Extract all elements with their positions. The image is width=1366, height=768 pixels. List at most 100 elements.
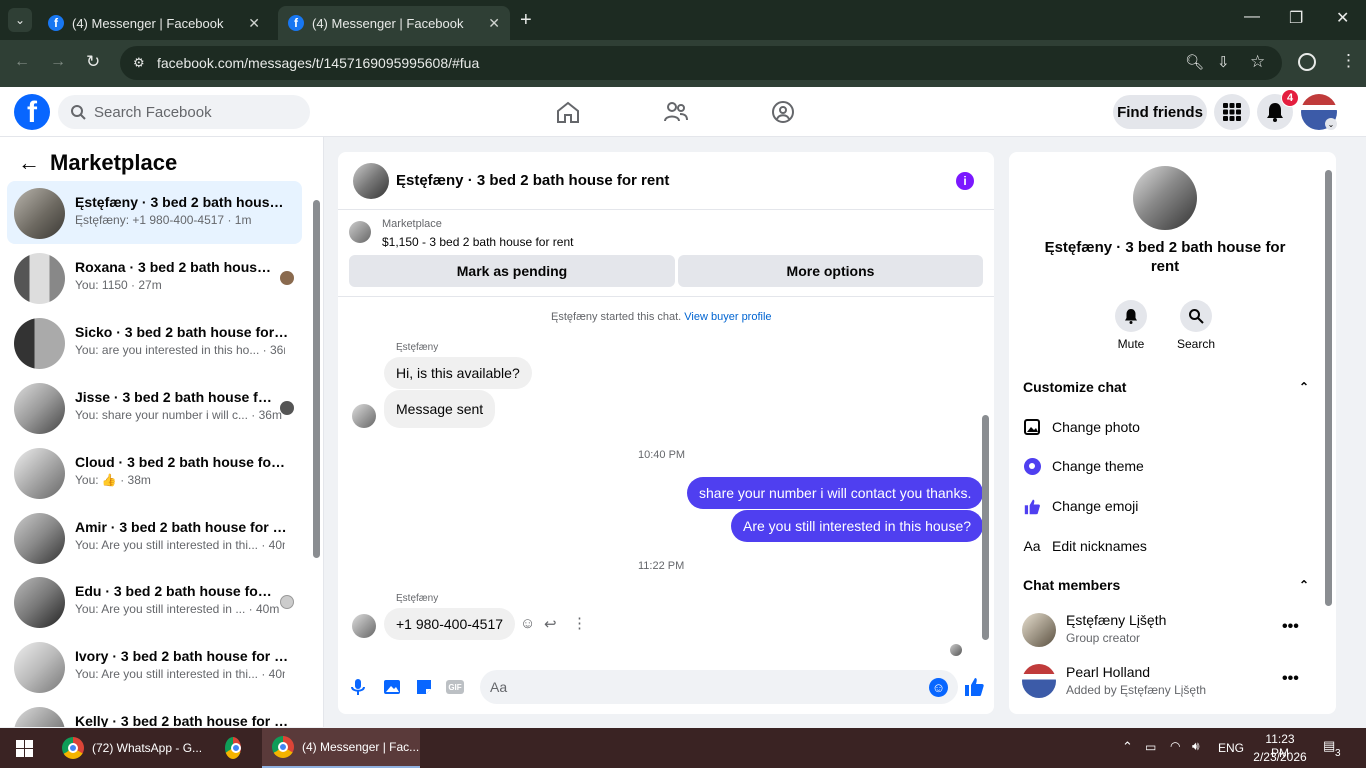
change-theme-item[interactable]: Change theme — [1023, 457, 1144, 475]
divider — [338, 296, 994, 297]
more-icon[interactable]: ⋮ — [572, 614, 587, 632]
new-tab-button[interactable]: + — [520, 9, 532, 32]
url-text[interactable]: facebook.com/messages/t/1457169095995608… — [157, 55, 479, 71]
back-arrow-icon[interactable]: ← — [18, 150, 40, 176]
forward-icon[interactable]: → — [50, 53, 66, 71]
member-role: Group creator — [1066, 631, 1141, 645]
edit-nicknames-item[interactable]: Aa Edit nicknames — [1023, 537, 1147, 555]
friends-icon[interactable] — [663, 100, 689, 124]
incoming-message[interactable]: Hi, is this available? — [384, 357, 532, 389]
chat-title[interactable]: Ęstęfæny · 3 bed 2 bath house for rent — [396, 172, 669, 189]
site-info-icon[interactable]: ⚙ — [133, 55, 145, 71]
search-in-chat-button[interactable] — [1180, 300, 1212, 332]
list-item[interactable]: Sicko · 3 bed 2 bath house for r... You:… — [7, 311, 302, 374]
list-item[interactable]: Amir · 3 bed 2 bath house for rent You: … — [7, 506, 302, 569]
profile-icon[interactable] — [1298, 53, 1316, 71]
close-tab-icon[interactable]: ✕ — [248, 15, 260, 32]
sticker-icon[interactable] — [415, 678, 433, 696]
profile-avatar[interactable] — [1133, 166, 1197, 230]
text-aa-icon: Aa — [1023, 538, 1041, 554]
groups-icon[interactable] — [770, 100, 796, 124]
bookmark-star-icon[interactable]: ☆ — [1250, 52, 1265, 72]
clock-date[interactable]: 2/23/2026 — [1253, 750, 1307, 764]
home-icon[interactable] — [555, 100, 581, 124]
taskbar-label: (4) Messenger | Fac... — [302, 740, 420, 754]
list-item[interactable]: Roxana · 3 bed 2 bath house f... You: 11… — [7, 246, 302, 309]
windows-start-icon[interactable] — [16, 740, 33, 757]
view-buyer-profile-link[interactable]: View buyer profile — [684, 311, 771, 323]
minimize-icon[interactable]: — — [1244, 8, 1260, 26]
more-options-icon[interactable]: ••• — [1282, 618, 1299, 636]
customize-chat-section[interactable]: Customize chat ⌃ — [1023, 379, 1309, 395]
emoji-icon[interactable]: ☺ — [929, 678, 948, 697]
list-item[interactable]: Ivory · 3 bed 2 bath house for re... You… — [7, 635, 302, 698]
photo-icon[interactable] — [383, 678, 401, 696]
member-name[interactable]: Pearl Holland — [1066, 664, 1150, 680]
info-icon[interactable]: i — [956, 172, 974, 190]
details-scrollbar[interactable] — [1325, 170, 1332, 606]
mark-as-pending-button[interactable]: Mark as pending — [349, 255, 675, 287]
mute-label: Mute — [1117, 337, 1145, 351]
sender-avatar[interactable] — [352, 614, 376, 638]
facebook-logo[interactable]: f — [14, 94, 50, 130]
language-indicator[interactable]: ENG — [1218, 741, 1244, 755]
mute-button[interactable] — [1115, 300, 1147, 332]
listing-title[interactable]: $1,150 - 3 bed 2 bath house for rent — [382, 235, 573, 249]
close-tab-icon[interactable]: ✕ — [488, 15, 500, 32]
change-emoji-item[interactable]: Change emoji — [1023, 497, 1138, 515]
react-icon[interactable]: ☺ — [520, 615, 535, 632]
chat-list-scrollbar[interactable] — [313, 200, 320, 558]
tab-search-button[interactable]: ⌄ — [8, 8, 32, 32]
outgoing-message[interactable]: share your number i will contact you tha… — [687, 477, 984, 509]
reply-icon[interactable]: ↩ — [544, 615, 557, 633]
more-options-icon[interactable]: ••• — [1282, 670, 1299, 688]
change-photo-item[interactable]: Change photo — [1023, 418, 1140, 436]
avatar[interactable] — [1022, 613, 1056, 647]
tray-chevron-icon[interactable]: ⌃ — [1122, 739, 1133, 755]
search-facebook-input[interactable]: Search Facebook — [58, 95, 310, 129]
browser-tab-1[interactable]: f (4) Messenger | Facebook ✕ — [38, 6, 270, 40]
incoming-message[interactable]: +1 980-400-4517 — [384, 608, 516, 640]
battery-icon[interactable]: ▭ — [1145, 740, 1156, 754]
list-item[interactable]: Cloud · 3 bed 2 bath house for r... You:… — [7, 441, 302, 504]
gif-icon[interactable]: GIF — [446, 680, 464, 694]
back-icon[interactable]: ← — [14, 53, 30, 71]
restore-icon[interactable]: ❐ — [1289, 8, 1303, 28]
wifi-icon[interactable]: ◠ — [1170, 739, 1180, 753]
volume-icon[interactable]: 🔊︎ — [1192, 739, 1200, 754]
zoom-icon[interactable]: 🔍︎ — [1185, 53, 1204, 71]
chat-members-section[interactable]: Chat members ⌃ — [1023, 577, 1309, 593]
chrome-menu-icon[interactable]: ⋮ — [1340, 51, 1357, 71]
conversation-preview: You: Are you still interested in thi... … — [75, 667, 285, 681]
sender-avatar[interactable] — [352, 404, 376, 428]
reload-icon[interactable]: ↻ — [86, 52, 100, 72]
incoming-message[interactable]: Message sent — [384, 390, 496, 428]
find-friends-button[interactable]: Find friends — [1113, 95, 1207, 129]
member-name[interactable]: Ęstęfæny Lįšęth — [1066, 612, 1166, 628]
chat-avatar[interactable] — [353, 163, 389, 199]
list-item[interactable]: Ęstęfæny · 3 bed 2 bath house f... Ęstęf… — [7, 181, 302, 244]
avatar[interactable] — [1022, 664, 1056, 698]
listing-thumbnail[interactable] — [349, 221, 371, 243]
taskbar-chrome[interactable] — [225, 728, 249, 768]
chrome-icon — [272, 736, 294, 758]
thumbs-up-icon — [1023, 497, 1041, 515]
thumbs-up-icon[interactable] — [964, 676, 985, 697]
microphone-icon[interactable] — [350, 678, 366, 696]
list-item[interactable]: Jisse · 3 bed 2 bath house for ... You: … — [7, 376, 302, 439]
timestamp: 11:22 PM — [638, 560, 685, 572]
browser-tab-2-active[interactable]: f (4) Messenger | Facebook ✕ — [278, 6, 510, 40]
list-item[interactable]: Edu · 3 bed 2 bath house for r... You: A… — [7, 570, 302, 633]
close-window-icon[interactable]: ✕ — [1336, 8, 1349, 28]
menu-grid-button[interactable] — [1214, 94, 1250, 130]
account-chevron-icon[interactable]: ⌄ — [1325, 118, 1337, 130]
page-title: Marketplace — [50, 150, 178, 175]
taskbar-messenger[interactable]: (4) Messenger | Fac... — [262, 728, 420, 768]
chat-scrollbar[interactable] — [982, 415, 989, 640]
install-app-icon[interactable]: ⇩ — [1217, 53, 1230, 71]
outgoing-message[interactable]: Are you still interested in this house? — [731, 510, 984, 542]
more-options-button[interactable]: More options — [678, 255, 983, 287]
list-item[interactable]: Kelly · 3 bed 2 bath house for rent — [7, 700, 302, 727]
taskbar-whatsapp[interactable]: (72) WhatsApp - G... — [62, 728, 212, 768]
message-input[interactable]: Aa — [480, 670, 958, 704]
